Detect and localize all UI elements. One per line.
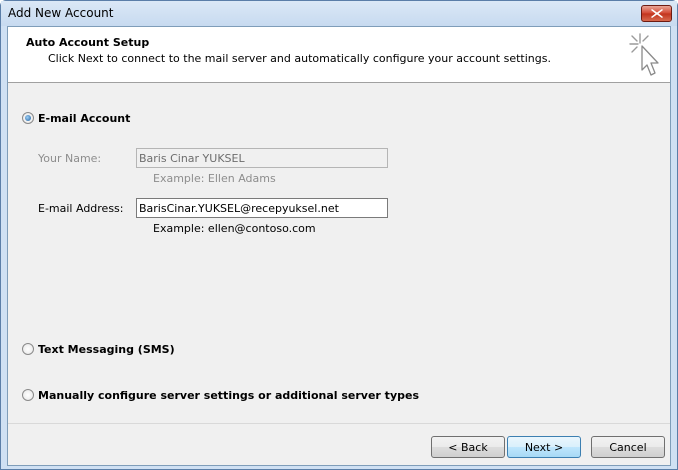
- cursor-sparkle-icon: [629, 33, 659, 76]
- manual-config-label: Manually configure server settings or ad…: [38, 388, 419, 402]
- dialog-client-area: Auto Account Setup Click Next to connect…: [7, 26, 671, 466]
- footer-divider: [8, 423, 670, 424]
- window-title: Add New Account: [8, 6, 114, 20]
- email-account-option[interactable]: E-mail Account: [22, 110, 130, 126]
- cancel-button[interactable]: Cancel: [591, 436, 665, 458]
- manual-config-radio[interactable]: [22, 389, 34, 401]
- header-subtitle: Click Next to connect to the mail server…: [48, 52, 551, 65]
- sms-label: Text Messaging (SMS): [38, 342, 175, 356]
- sms-radio[interactable]: [22, 343, 34, 355]
- your-name-input[interactable]: [136, 148, 388, 168]
- close-button[interactable]: [641, 5, 672, 22]
- email-account-radio[interactable]: [22, 112, 34, 124]
- email-address-input[interactable]: [136, 198, 388, 218]
- email-address-example: Example: ellen@contoso.com: [153, 222, 316, 235]
- email-address-label: E-mail Address:: [38, 202, 124, 215]
- email-account-label: E-mail Account: [38, 111, 131, 125]
- header-title: Auto Account Setup: [26, 36, 150, 49]
- your-name-label: Your Name:: [38, 152, 102, 165]
- back-button[interactable]: < Back: [431, 436, 505, 458]
- sms-option[interactable]: Text Messaging (SMS): [22, 341, 175, 357]
- manual-config-option[interactable]: Manually configure server settings or ad…: [22, 387, 419, 403]
- title-bar: Add New Account: [1, 1, 677, 26]
- add-account-window: Add New Account Auto Account Setup Click…: [0, 0, 678, 470]
- your-name-example: Example: Ellen Adams: [153, 172, 276, 185]
- next-button[interactable]: Next >: [507, 436, 581, 458]
- wizard-header: Auto Account Setup Click Next to connect…: [8, 27, 670, 83]
- close-icon: [651, 9, 663, 18]
